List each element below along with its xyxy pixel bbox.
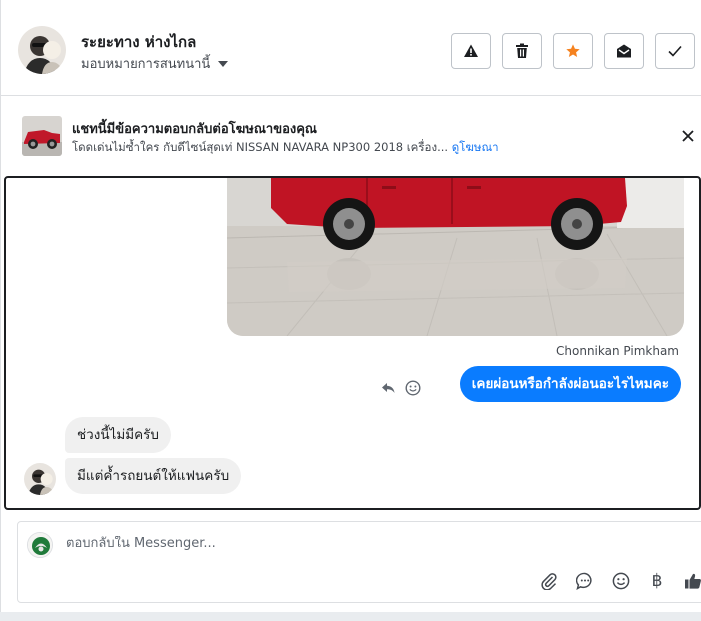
ad-banner-title: แชทนี้มีข้อความตอบกลับต่อโฆษณาของคุณ [72, 122, 317, 137]
contact-avatar-small[interactable] [24, 463, 56, 495]
attach-button[interactable] [538, 570, 560, 592]
message-tools [381, 380, 421, 396]
mark-done-button[interactable] [655, 33, 695, 69]
paperclip-icon [541, 573, 557, 590]
delete-button[interactable] [502, 33, 542, 69]
reply-icon[interactable] [381, 382, 395, 394]
incoming-message[interactable]: มีแต่ค้ำรถยนต์ให้แฟนครับ [65, 458, 242, 494]
ad-reply-banner: แชทนี้มีข้อความตอบกลับต่อโฆษณาของคุณ โดด… [0, 96, 701, 176]
star-button[interactable] [553, 33, 593, 69]
mark-spam-button[interactable] [451, 33, 491, 69]
payment-button[interactable]: ฿ [646, 570, 668, 592]
ad-thumbnail[interactable] [22, 116, 62, 156]
ad-banner-subtitle: โดดเด่นไม่ซ้ำใคร กับดีไซน์สุดเท่ NISSAN … [72, 139, 499, 157]
message-thread[interactable]: Chonnikan Pimkham เคยผ่อนหรือกำลังผ่อนอะ… [4, 176, 701, 510]
contact-avatar[interactable] [18, 26, 66, 74]
thumbs-up-icon [685, 573, 701, 589]
like-button[interactable] [682, 570, 701, 592]
mark-unread-button[interactable] [604, 33, 644, 69]
close-banner-button[interactable] [679, 127, 697, 145]
shared-car-image[interactable] [227, 178, 684, 336]
header-actions [451, 33, 695, 69]
emoji-react-icon[interactable] [405, 380, 421, 396]
incoming-message[interactable]: ช่วงนี้ไม่มีครับ [65, 417, 172, 453]
close-icon [682, 130, 694, 142]
caret-down-icon [218, 60, 229, 67]
reply-composer: ฿ [17, 521, 701, 603]
assign-conversation-dropdown[interactable]: มอบหมายการสนทนานี้ [81, 53, 229, 74]
chat-bubble-icon [576, 572, 592, 590]
emoji-button[interactable] [610, 570, 632, 592]
envelope-open-icon [617, 44, 631, 58]
view-ad-link[interactable]: ดูโฆษณา [452, 140, 499, 154]
star-icon [566, 44, 580, 57]
ad-description: โดดเด่นไม่ซ้ำใคร กับดีไซน์สุดเท่ NISSAN … [72, 140, 449, 154]
reply-input[interactable] [66, 536, 666, 551]
contact-name[interactable]: ระยะทาง ห่างไกล [81, 30, 196, 54]
composer-tools: ฿ [538, 570, 701, 592]
page-logo [27, 532, 53, 558]
conversation-header: ระยะทาง ห่างไกล มอบหมายการสนทนานี้ [0, 0, 701, 96]
assign-label: มอบหมายการสนทนานี้ [81, 57, 211, 72]
trash-icon [516, 43, 528, 58]
checkmark-icon [668, 45, 682, 57]
saved-replies-button[interactable] [574, 570, 596, 592]
warning-icon [464, 44, 478, 57]
bottom-strip [0, 612, 701, 621]
sender-name: Chonnikan Pimkham [556, 344, 679, 358]
outgoing-message[interactable]: เคยผ่อนหรือกำลังผ่อนอะไรไหมคะ [459, 366, 681, 402]
smiley-icon [612, 572, 630, 590]
